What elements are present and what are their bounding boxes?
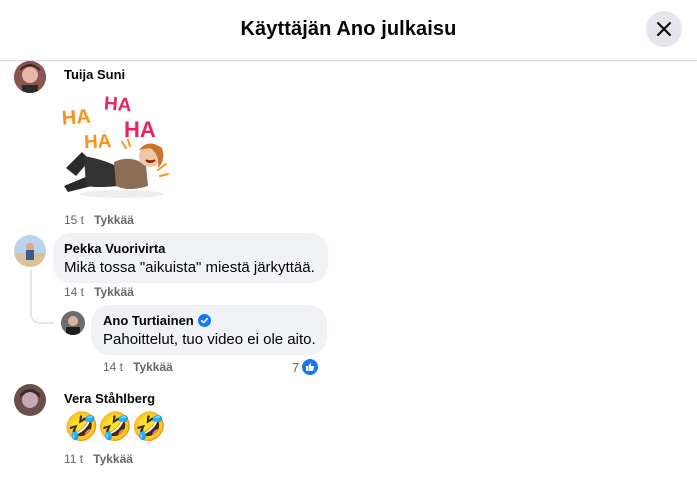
svg-text:HA: HA	[124, 117, 156, 142]
close-icon	[657, 22, 671, 36]
close-button[interactable]	[646, 11, 682, 47]
like-button[interactable]: Tykkää	[94, 285, 134, 299]
like-icon	[301, 358, 320, 376]
reply-meta: 14 t Tykkää	[103, 360, 173, 374]
comment-time[interactable]: 14 t	[64, 285, 84, 299]
reply-thread-line	[30, 270, 54, 324]
verified-badge-icon	[197, 314, 211, 327]
comment-time[interactable]: 11 t	[64, 452, 83, 466]
comment-meta: 11 t Tykkää	[64, 452, 133, 466]
comment-meta: 15 t Tykkää	[64, 213, 134, 227]
reaction-count-number: 7	[292, 359, 300, 375]
svg-text:HA: HA	[103, 93, 132, 116]
comment-meta: 14 t Tykkää	[64, 285, 134, 299]
reply-author[interactable]: Ano Turtiainen	[103, 313, 211, 328]
svg-text:HA: HA	[83, 131, 112, 153]
comment-author[interactable]: Pekka Vuorivirta	[64, 241, 165, 256]
comment-text: Mikä tossa "aikuista" miestä järkyttää.	[64, 259, 315, 276]
avatar[interactable]	[14, 61, 46, 93]
dialog-title: Käyttäjän Ano julkaisu	[240, 18, 457, 40]
avatar[interactable]	[61, 311, 85, 335]
avatar[interactable]	[14, 384, 46, 416]
comment-emoji-text: 🤣🤣🤣	[64, 411, 167, 442]
reply-text: Pahoittelut, tuo video ei ole aito.	[103, 331, 316, 348]
dialog-header: Käyttäjän Ano julkaisu	[0, 0, 697, 61]
like-button[interactable]: Tykkää	[133, 360, 173, 374]
comment-author[interactable]: Tuija Suni	[64, 67, 125, 82]
like-button[interactable]: Tykkää	[94, 213, 134, 227]
avatar[interactable]	[14, 235, 46, 267]
reply-time[interactable]: 14 t	[103, 360, 123, 374]
laughing-sticker: HA HA HA HA	[61, 90, 170, 208]
comment-time[interactable]: 15 t	[64, 213, 84, 227]
like-button[interactable]: Tykkää	[93, 452, 133, 466]
reply-author-name[interactable]: Ano Turtiainen	[103, 313, 194, 328]
svg-text:HA: HA	[62, 106, 91, 130]
reaction-count[interactable]: 7	[292, 358, 320, 376]
comment-author[interactable]: Vera Ståhlberg	[64, 391, 155, 406]
